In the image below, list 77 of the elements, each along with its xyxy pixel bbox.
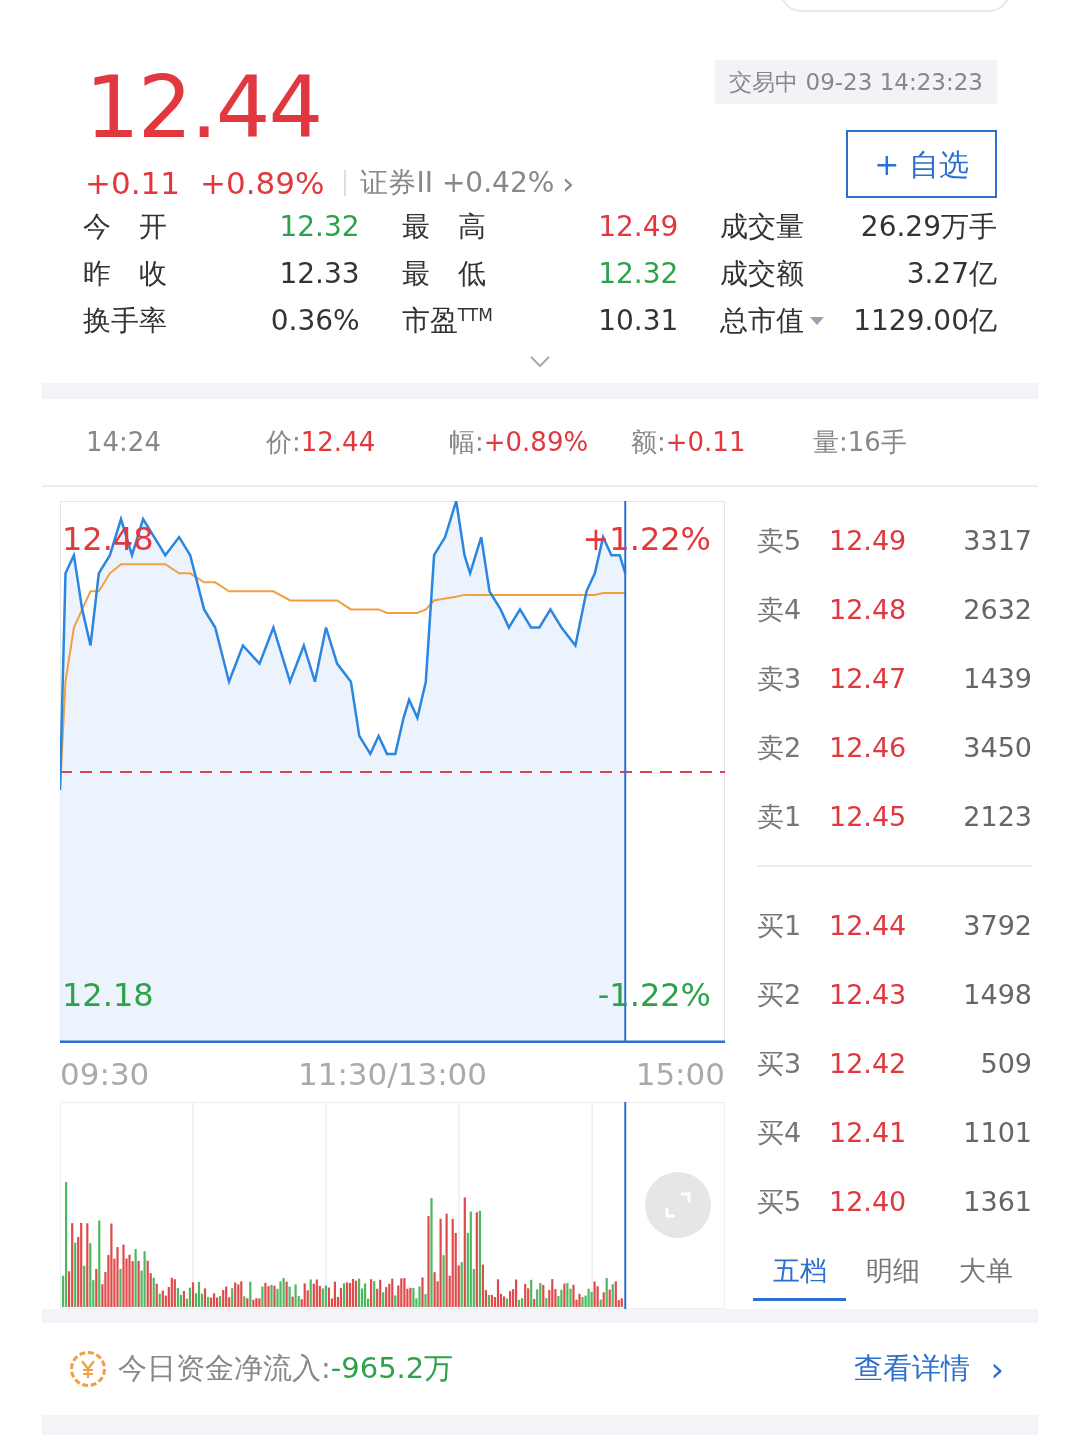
order-level-label: 买2 — [757, 978, 803, 1013]
info-label: 幅: — [449, 425, 484, 459]
sector-link[interactable]: 证券II +0.42% › — [360, 160, 575, 206]
info-value: 16手 — [847, 425, 907, 459]
stat-value: 26.29万手 — [860, 208, 997, 245]
stat-value: 10.31 — [598, 302, 679, 339]
stat-value: 1129.00亿 — [853, 302, 997, 339]
order-price: 12.46 — [829, 731, 908, 766]
price-change: +0.11 — [85, 164, 180, 203]
dropdown-icon[interactable] — [810, 315, 825, 326]
order-price: 12.41 — [829, 1116, 908, 1151]
stat-label: 成交量 — [720, 208, 805, 245]
stat-label: 今 开 — [83, 208, 167, 245]
stat-label: 换手率 — [83, 302, 167, 339]
order-level-label: 买4 — [757, 1116, 803, 1151]
fullscreen-icon — [663, 1190, 693, 1220]
order-price: 12.42 — [829, 1047, 908, 1082]
info-label: 14:24 — [86, 425, 161, 459]
add-watchlist-button[interactable]: + 自选 — [846, 130, 997, 198]
stat-label: 最 高 — [401, 208, 486, 245]
order-book-tab[interactable]: 明细 — [846, 1251, 939, 1301]
stat-label: 总市值 — [720, 302, 805, 339]
info-value: +0.11 — [665, 425, 746, 459]
order-price: 12.43 — [829, 978, 908, 1013]
order-volume: 1361 — [962, 1185, 1032, 1220]
order-volume: 509 — [979, 1047, 1032, 1082]
order-volume: 2123 — [962, 800, 1032, 835]
x-axis-label: 09:30 — [60, 1055, 150, 1094]
order-volume: 2632 — [962, 593, 1032, 628]
order-price: 12.47 — [829, 662, 908, 697]
order-price: 12.45 — [829, 800, 908, 835]
order-level-label: 买1 — [757, 909, 803, 944]
stat-value: 12.33 — [279, 255, 360, 292]
order-level-label: 买5 — [757, 1185, 803, 1220]
stat-value: 0.36% — [270, 302, 360, 339]
order-price: 12.49 — [829, 524, 908, 559]
order-level-label: 买3 — [757, 1047, 803, 1082]
fund-flow-label: 今日资金净流入: — [118, 1350, 331, 1388]
order-volume: 1498 — [962, 978, 1032, 1013]
order-volume: 3450 — [962, 731, 1032, 766]
order-volume: 3792 — [962, 909, 1032, 944]
order-level-label: 卖2 — [757, 731, 803, 766]
info-value: +0.89% — [483, 425, 589, 459]
order-price: 12.48 — [829, 593, 908, 628]
yuan-icon — [70, 1351, 106, 1387]
order-book-tab[interactable]: 五档 — [753, 1251, 846, 1301]
price-axis-label: 12.18 — [62, 975, 154, 1016]
order-level-label: 卖1 — [757, 800, 803, 835]
stat-label: 昨 收 — [83, 255, 167, 292]
info-label: 量: — [813, 425, 848, 459]
order-price: 12.44 — [829, 909, 908, 944]
fund-flow-value: -965.2万 — [330, 1350, 454, 1388]
order-volume: 3317 — [962, 524, 1032, 559]
info-label: 价: — [266, 425, 301, 459]
stat-value: 12.32 — [598, 255, 679, 292]
order-level-label: 卖5 — [757, 524, 803, 559]
order-level-label: 卖4 — [757, 593, 803, 628]
order-book-tab[interactable]: 大单 — [939, 1251, 1032, 1301]
x-axis-label: 11:30/13:00 — [297, 1055, 488, 1094]
stock-price: 12.44 — [85, 62, 323, 152]
order-volume: 1101 — [962, 1116, 1032, 1151]
order-price: 12.40 — [829, 1185, 908, 1220]
stat-value: 12.32 — [279, 208, 360, 245]
stat-value: 12.49 — [598, 208, 679, 245]
info-label: 额: — [631, 425, 666, 459]
percent-change: +0.89% — [200, 164, 325, 203]
info-value: 12.44 — [300, 425, 376, 459]
view-details-link[interactable]: 查看详情 › — [854, 1343, 1004, 1395]
expand-chevron-icon[interactable] — [530, 356, 550, 367]
stat-label: 最 低 — [401, 255, 486, 292]
order-level-label: 卖3 — [757, 662, 803, 697]
stat-label: 成交额 — [720, 255, 805, 292]
x-axis-label: 15:00 — [635, 1055, 725, 1094]
order-volume: 1439 — [962, 662, 1032, 697]
stat-value: 3.27亿 — [906, 255, 997, 292]
trading-status: 交易中 09-23 14:23:23 — [715, 60, 997, 104]
stat-label: 市盈$^{TTM}$ — [401, 302, 493, 339]
